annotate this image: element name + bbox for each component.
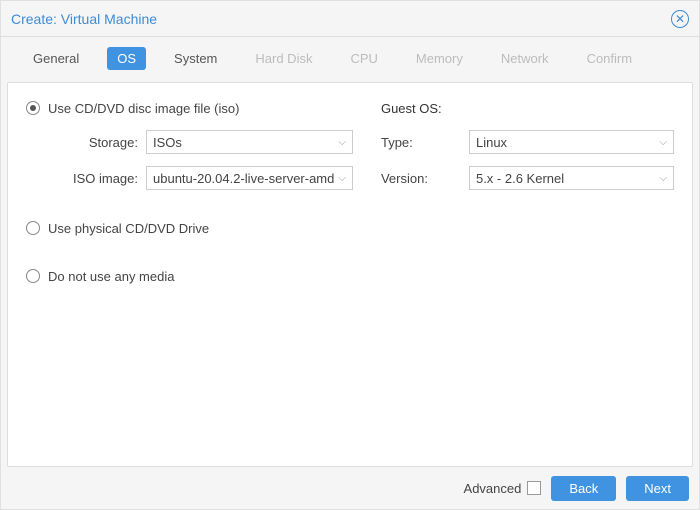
os-version-field: Version: 5.x - 2.6 Kernel ⌵ bbox=[381, 165, 674, 191]
iso-image-field: ISO image: ubuntu-20.04.2-live-server-am… bbox=[26, 165, 353, 191]
advanced-label: Advanced bbox=[464, 481, 522, 496]
chevron-down-icon: ⌵ bbox=[659, 173, 667, 184]
os-panel: Use CD/DVD disc image file (iso) Storage… bbox=[7, 82, 693, 467]
tab-memory: Memory bbox=[406, 47, 473, 70]
tab-system[interactable]: System bbox=[164, 47, 227, 70]
tab-network: Network bbox=[491, 47, 559, 70]
radio-iso-row[interactable]: Use CD/DVD disc image file (iso) bbox=[26, 97, 353, 119]
radio-iso[interactable] bbox=[26, 101, 40, 115]
iso-image-label: ISO image: bbox=[26, 171, 138, 186]
storage-value: ISOs bbox=[153, 135, 334, 150]
guest-os-heading: Guest OS: bbox=[381, 97, 674, 119]
radio-none-row[interactable]: Do not use any media bbox=[26, 265, 353, 287]
os-version-label: Version: bbox=[381, 171, 461, 186]
advanced-checkbox[interactable] bbox=[527, 481, 541, 495]
radio-none-label: Do not use any media bbox=[48, 269, 174, 284]
titlebar: Create: Virtual Machine ✕ bbox=[1, 1, 699, 37]
storage-label: Storage: bbox=[26, 135, 138, 150]
chevron-down-icon: ⌵ bbox=[659, 137, 667, 148]
tab-general[interactable]: General bbox=[23, 47, 89, 70]
chevron-down-icon: ⌵ bbox=[338, 173, 346, 184]
os-version-combo[interactable]: 5.x - 2.6 Kernel ⌵ bbox=[469, 166, 674, 190]
iso-image-combo[interactable]: ubuntu-20.04.2-live-server-amd ⌵ bbox=[146, 166, 353, 190]
dialog-footer: Advanced Back Next bbox=[1, 467, 699, 509]
radio-iso-label: Use CD/DVD disc image file (iso) bbox=[48, 101, 239, 116]
tab-hard-disk: Hard Disk bbox=[245, 47, 322, 70]
storage-combo[interactable]: ISOs ⌵ bbox=[146, 130, 353, 154]
os-type-field: Type: Linux ⌵ bbox=[381, 129, 674, 155]
back-button[interactable]: Back bbox=[551, 476, 616, 501]
next-button[interactable]: Next bbox=[626, 476, 689, 501]
radio-none[interactable] bbox=[26, 269, 40, 283]
guest-os-column: Guest OS: Type: Linux ⌵ Version: 5.x - 2… bbox=[381, 97, 674, 452]
os-type-label: Type: bbox=[381, 135, 461, 150]
chevron-down-icon: ⌵ bbox=[338, 137, 346, 148]
radio-physical-label: Use physical CD/DVD Drive bbox=[48, 221, 209, 236]
advanced-toggle[interactable]: Advanced bbox=[464, 481, 542, 496]
radio-physical-row[interactable]: Use physical CD/DVD Drive bbox=[26, 217, 353, 239]
tab-confirm: Confirm bbox=[577, 47, 643, 70]
radio-physical[interactable] bbox=[26, 221, 40, 235]
storage-field: Storage: ISOs ⌵ bbox=[26, 129, 353, 155]
create-vm-dialog: Create: Virtual Machine ✕ General OS Sys… bbox=[0, 0, 700, 510]
os-type-combo[interactable]: Linux ⌵ bbox=[469, 130, 674, 154]
iso-image-value: ubuntu-20.04.2-live-server-amd bbox=[153, 171, 334, 186]
media-column: Use CD/DVD disc image file (iso) Storage… bbox=[26, 97, 353, 452]
tab-cpu: CPU bbox=[340, 47, 387, 70]
tab-os[interactable]: OS bbox=[107, 47, 146, 70]
dialog-title: Create: Virtual Machine bbox=[11, 11, 671, 27]
os-type-value: Linux bbox=[476, 135, 655, 150]
close-icon[interactable]: ✕ bbox=[671, 10, 689, 28]
wizard-tabs: General OS System Hard Disk CPU Memory N… bbox=[1, 37, 699, 82]
os-version-value: 5.x - 2.6 Kernel bbox=[476, 171, 655, 186]
